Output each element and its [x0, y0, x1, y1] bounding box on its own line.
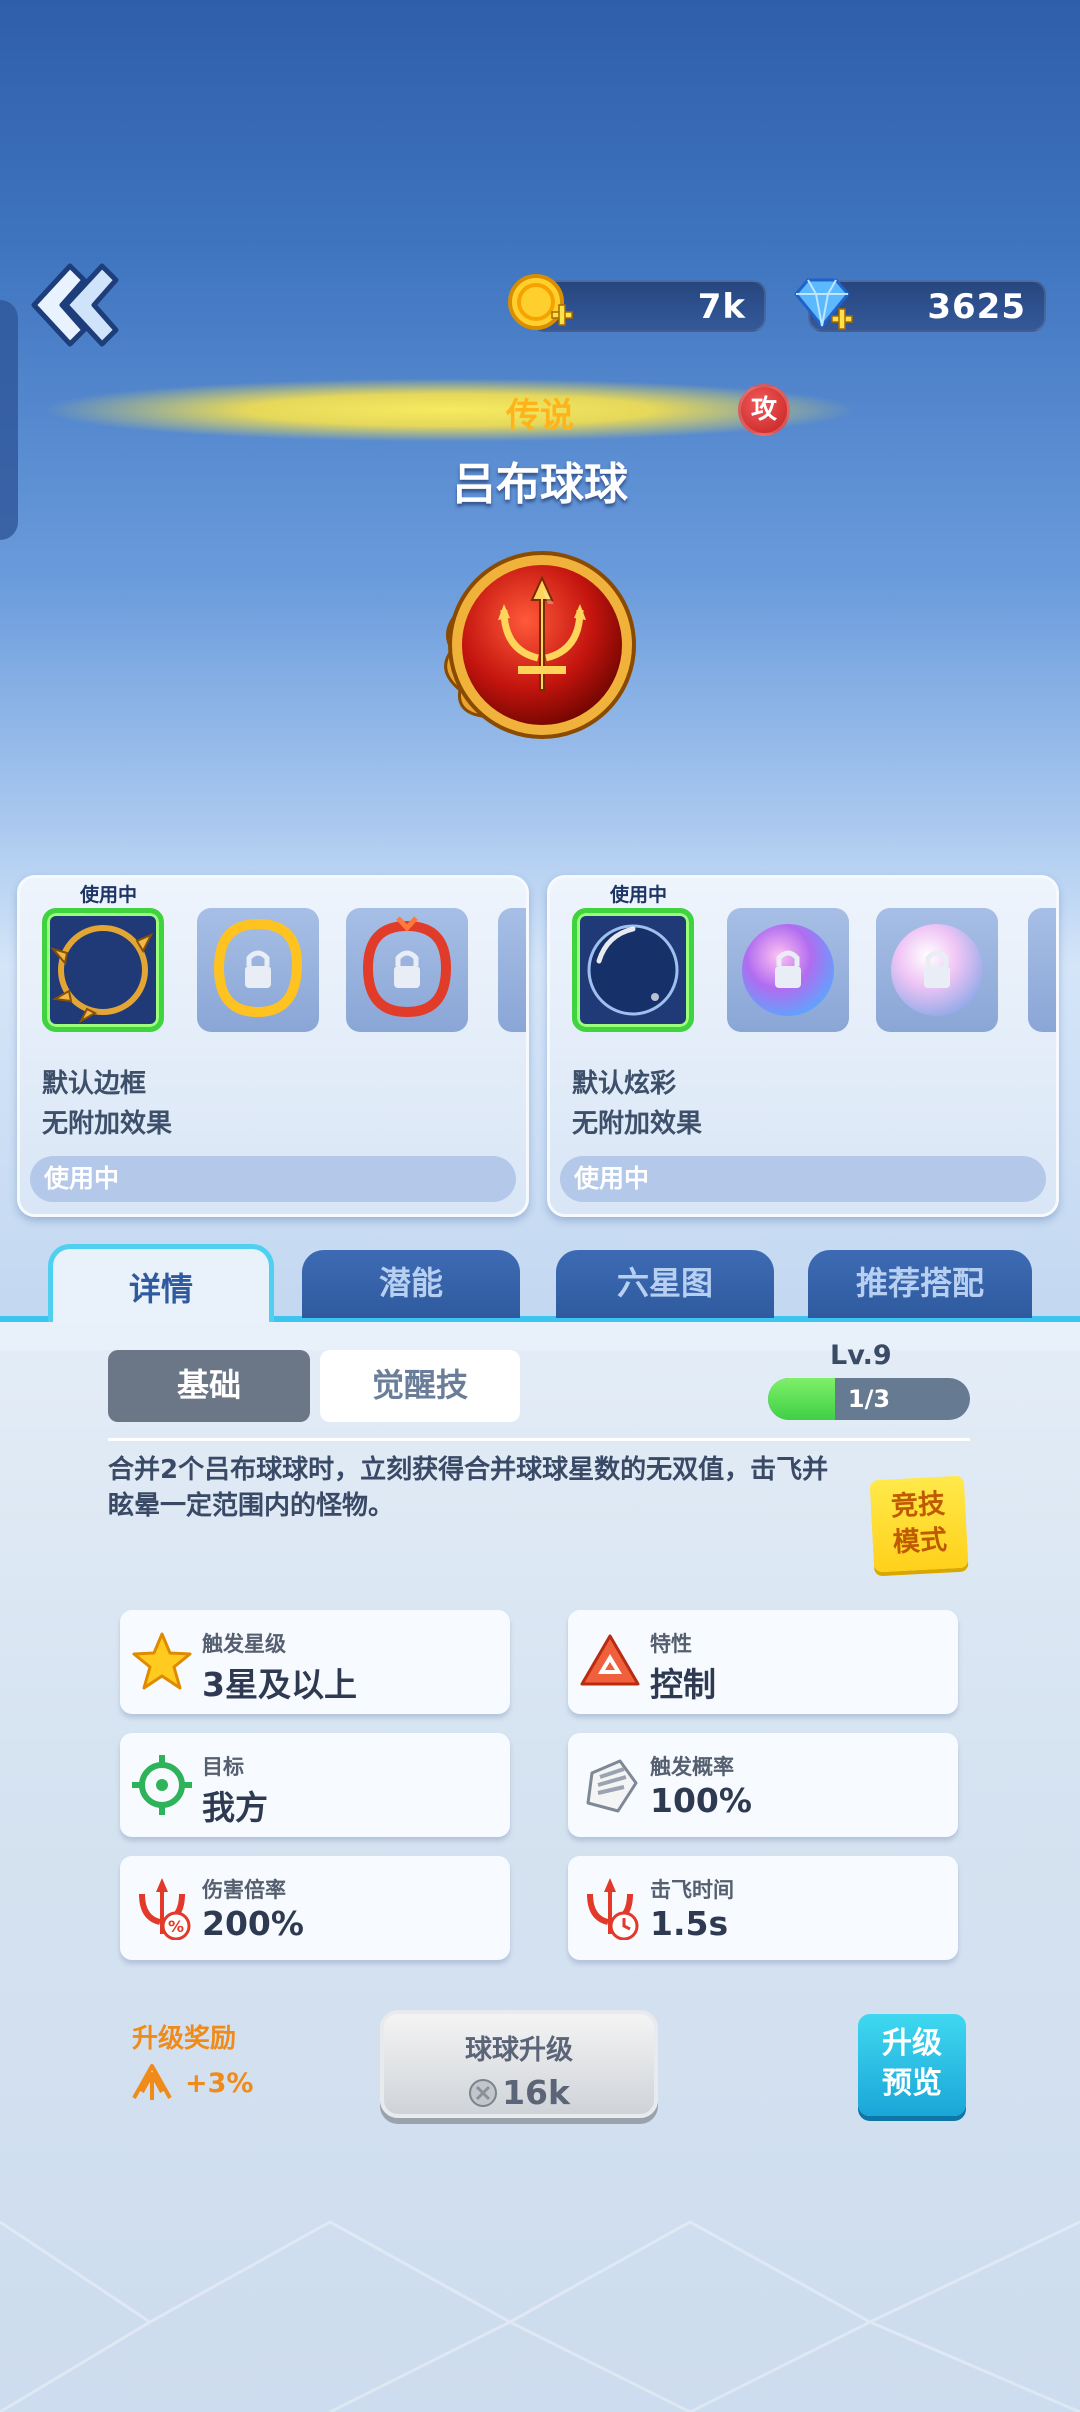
effect-slot-locked-pearl[interactable] — [876, 908, 998, 1032]
upgrade-reward-value: +3% — [185, 2068, 254, 2099]
frame-slot-default[interactable] — [42, 908, 164, 1032]
stat-value: 3星及以上 — [202, 1665, 357, 1704]
arena-mode-label: 竞技模式 — [890, 1488, 948, 1559]
trident-clock-icon — [587, 1878, 639, 1940]
trident-burst-icon — [132, 2064, 172, 2100]
upgrade-cost: 16k — [502, 2073, 570, 2112]
side-drawer-edge[interactable] — [0, 300, 18, 540]
stat-value: 200% — [202, 1904, 304, 1943]
diamond-plus-icon[interactable] — [788, 274, 858, 338]
stat-label: 特性 — [650, 1632, 692, 1656]
coin-amount: 7k — [697, 287, 746, 327]
effect-name: 默认炫彩 — [572, 1069, 677, 1099]
in-use-tag: 使用中 — [80, 884, 138, 906]
stat-label: 伤害倍率 — [202, 1878, 286, 1902]
level-progress-text: 1/3 — [847, 1385, 891, 1413]
double-chevron-left-icon — [31, 263, 119, 347]
subtab-awaken[interactable]: 觉醒技 — [320, 1350, 520, 1422]
stat-knockup-time: 击飞时间 1.5s — [568, 1856, 958, 1960]
panel-top-band — [0, 1322, 1080, 1350]
tab-recommended[interactable]: 推荐搭配 — [808, 1250, 1032, 1318]
skill-description: 合并2个吕布球球时，立刻获得合并球球星数的无双值，击飞并眩晕一定范围内的怪物。 — [108, 1455, 829, 1521]
effect-slot-default[interactable] — [572, 908, 694, 1032]
bubble-effect-icon — [587, 924, 679, 1016]
star-icon — [132, 1632, 192, 1690]
stat-value: 我方 — [202, 1788, 268, 1827]
silver-coin-icon — [469, 2079, 498, 2107]
effect-slot-locked-rainbow[interactable] — [727, 908, 849, 1032]
attack-type-badge: 攻 — [738, 384, 790, 436]
stat-value: 100% — [650, 1781, 752, 1820]
level-progress-bar: 1/3 — [768, 1378, 970, 1420]
locked-rainbow-scale-effect-icon — [742, 924, 834, 1016]
stat-damage-multiplier: % 伤害倍率 200% — [120, 1856, 510, 1960]
frame-slot-partial[interactable] — [498, 908, 526, 1032]
upgrade-preview-button[interactable]: 升级预览 — [858, 2014, 966, 2116]
frame-name: 默认边框 — [42, 1069, 147, 1099]
upgrade-label: 球球升级 — [465, 2035, 573, 2066]
coin-plus-icon[interactable] — [506, 272, 576, 338]
control-triangle-icon — [580, 1634, 640, 1686]
frame-slot-locked-red[interactable] — [346, 908, 468, 1032]
gold-thorn-frame-icon — [50, 925, 154, 1024]
upgrade-reward-title: 升级奖励 — [132, 2024, 237, 2054]
stat-trigger-chance: 触发概率 100% — [568, 1733, 958, 1837]
locked-gold-frame-icon — [213, 918, 303, 1018]
trident-percent-icon: % — [139, 1878, 191, 1940]
stat-label: 触发星级 — [202, 1632, 286, 1656]
stat-trait: 特性 控制 — [568, 1610, 958, 1714]
effect-effect: 无附加效果 — [572, 1109, 703, 1139]
upgrade-ball-button[interactable]: 球球升级 16k — [380, 2010, 658, 2118]
tab-details[interactable]: 详情 — [48, 1244, 274, 1334]
stat-label: 击飞时间 — [650, 1878, 734, 1902]
svg-text:%: % — [168, 1917, 184, 1936]
stat-label: 目标 — [202, 1755, 244, 1779]
section-divider — [108, 1438, 970, 1441]
locked-pearl-effect-icon — [891, 924, 983, 1016]
upgrade-preview-label: 升级预览 — [882, 2026, 942, 2101]
frame-effect: 无附加效果 — [42, 1109, 173, 1139]
stat-value: 1.5s — [650, 1904, 729, 1943]
tab-potential[interactable]: 潜能 — [302, 1250, 520, 1318]
effect-card[interactable]: 使用中 默认炫彩 无附加效果 使用中 — [547, 875, 1059, 1217]
tab-six-star[interactable]: 六星图 — [556, 1250, 774, 1318]
effect-status-pill[interactable]: 使用中 — [560, 1156, 1046, 1202]
locked-red-dragon-frame-icon — [362, 916, 452, 1018]
gem-amount: 3625 — [927, 287, 1026, 327]
red-trident-orb-icon — [444, 551, 636, 739]
back-button[interactable] — [22, 258, 122, 352]
effect-slot-partial[interactable] — [1028, 908, 1056, 1032]
frame-status-pill[interactable]: 使用中 — [30, 1156, 516, 1202]
stat-trigger-star: 触发星级 3星及以上 — [120, 1610, 510, 1714]
stat-value: 控制 — [650, 1665, 716, 1704]
arena-mode-button[interactable]: 竞技模式 — [869, 1475, 969, 1573]
subtab-basic[interactable]: 基础 — [108, 1350, 310, 1422]
ball-name: 吕布球球 — [452, 459, 628, 510]
level-label: Lv.9 — [830, 1340, 892, 1371]
rarity-label: 传说 — [506, 396, 574, 436]
frame-card[interactable]: 使用中 默认边框 无附加效果 使用中 — [17, 875, 529, 1217]
in-use-tag: 使用中 — [610, 884, 668, 906]
frame-slot-locked-gold[interactable] — [197, 908, 319, 1032]
stat-target: 目标 我方 — [120, 1733, 510, 1837]
target-crosshair-icon — [132, 1755, 192, 1815]
stat-label: 触发概率 — [650, 1755, 734, 1779]
dice-hand-icon — [586, 1759, 638, 1813]
